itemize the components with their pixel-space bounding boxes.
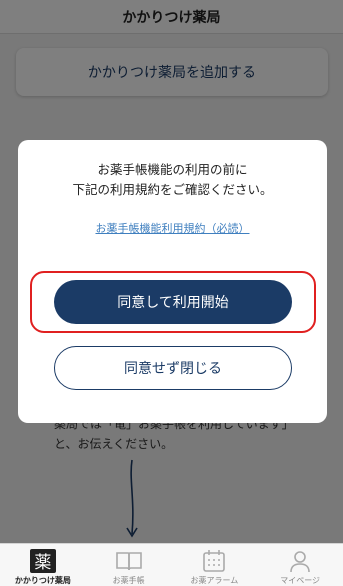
tab-medicine-notebook[interactable]: お薬手帳 <box>86 544 172 586</box>
pharmacy-kanji-icon: 薬 <box>28 548 58 573</box>
user-icon <box>285 548 315 573</box>
book-icon <box>114 548 144 573</box>
tab-pharmacy-label: かかりつけ薬局 <box>14 576 71 585</box>
tab-medicine-notebook-label: お薬手帳 <box>112 576 145 585</box>
calendar-icon <box>199 548 229 573</box>
agree-start-button[interactable]: 同意して利用開始 <box>54 280 292 324</box>
tab-medicine-alarm-label: お薬アラーム <box>190 576 239 585</box>
pharmacy-kanji-glyph: 薬 <box>29 548 56 573</box>
decline-close-button[interactable]: 同意せず閉じる <box>54 346 292 390</box>
tab-my-page-label: マイページ <box>280 576 321 585</box>
terms-modal: お薬手帳機能の利用の前に 下記の利用規約をご確認ください。 お薬手帳機能利用規約… <box>18 140 327 423</box>
tab-bar: 薬 かかりつけ薬局 お薬手帳 お薬アラーム マイページ <box>0 543 343 586</box>
modal-message-line-1: お薬手帳機能の利用の前に <box>97 162 248 177</box>
modal-message: お薬手帳機能の利用の前に 下記の利用規約をご確認ください。 <box>18 160 327 200</box>
tab-pharmacy[interactable]: 薬 かかりつけ薬局 <box>0 544 86 586</box>
terms-link[interactable]: お薬手帳機能利用規約（必読） <box>18 220 327 236</box>
tab-my-page[interactable]: マイページ <box>257 544 343 586</box>
modal-message-line-2: 下記の利用規約をご確認ください。 <box>72 182 273 197</box>
tab-medicine-alarm[interactable]: お薬アラーム <box>172 544 258 586</box>
